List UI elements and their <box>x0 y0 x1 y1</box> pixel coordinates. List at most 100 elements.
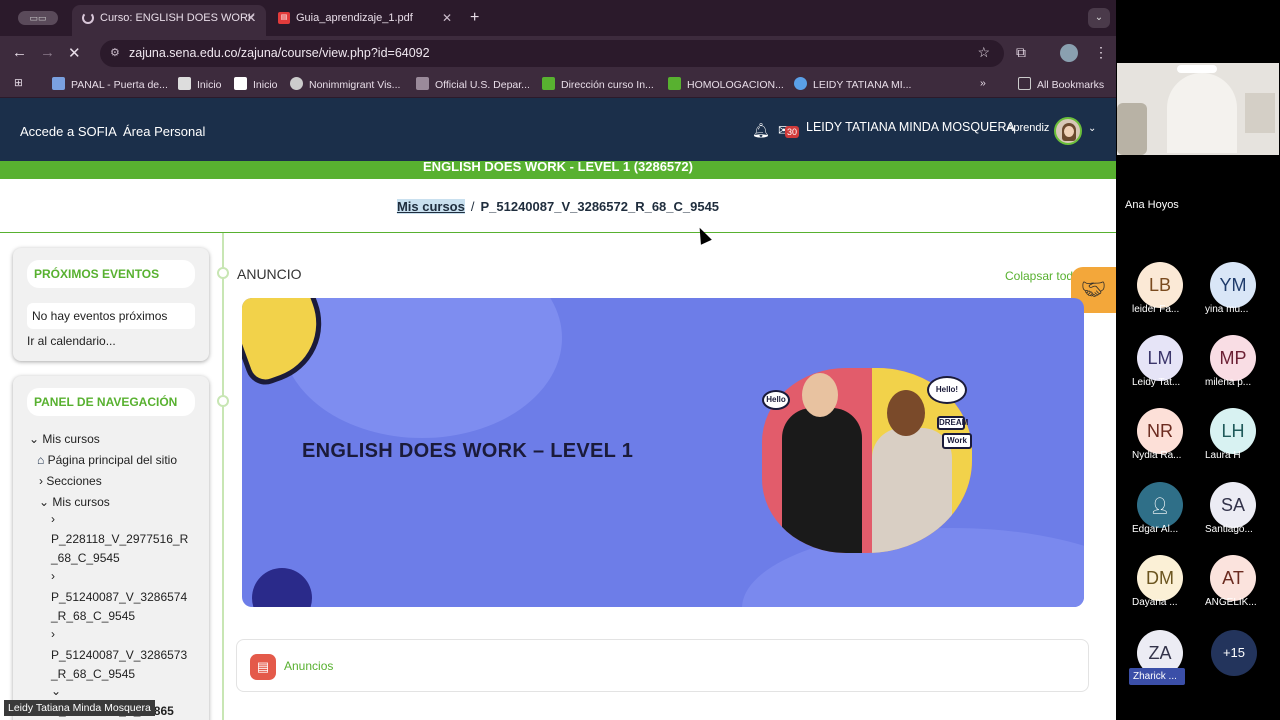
tree-item-sections[interactable]: › Secciones <box>39 474 102 488</box>
back-arrow-icon[interactable]: ← <box>12 44 27 61</box>
chevron-right-icon[interactable]: › <box>51 627 55 641</box>
camera-participant-name: Ana Hoyos <box>1125 199 1179 211</box>
close-tab-icon[interactable]: ✕ <box>246 5 256 31</box>
tab-pdf[interactable]: ▤ Guia_aprendizaje_1.pdf ✕ <box>268 5 462 36</box>
folder-icon <box>1018 77 1031 90</box>
stop-icon[interactable]: ✕ <box>68 44 81 62</box>
breadcrumb-separator: / <box>470 199 475 214</box>
bookmark-item[interactable]: HOMOLOGACION... <box>668 77 784 91</box>
bookmark-item[interactable]: PANAL - Puerta de... <box>52 77 168 91</box>
avatar-face <box>1064 126 1074 137</box>
timeline-dot <box>217 395 229 407</box>
person-icon: 👤︎ <box>1149 498 1171 515</box>
star-icon[interactable]: ☆ <box>977 44 990 61</box>
breadcrumb-current: P_51240087_V_3286572_R_68_C_9545 <box>480 199 720 214</box>
video-shape <box>1177 65 1217 73</box>
nav-link-personal-area[interactable]: Área Personal <box>123 124 205 139</box>
announcements-item[interactable]: ▤ Anuncios <box>236 639 1089 692</box>
photo-person <box>802 373 838 417</box>
timeline-line <box>222 233 224 720</box>
more-participants-button[interactable]: +15 <box>1211 630 1257 676</box>
bookmark-item[interactable]: Inicio <box>234 77 278 91</box>
tree-item-my-courses-root[interactable]: ⌄ Mis cursos <box>29 432 100 446</box>
participant-avatar[interactable]: DM <box>1137 555 1183 601</box>
participant-name: Edgar Al... <box>1132 524 1179 535</box>
site-header: Accede a SOFIA Área Personal 🔔︎ ✉ 30 LEI… <box>0 98 1116 161</box>
bookmark-item[interactable]: Dirección curso In... <box>542 77 654 91</box>
sticker: Hello <box>762 390 790 410</box>
chevron-right-icon: › <box>39 474 43 488</box>
tree-item-my-courses[interactable]: ⌄ Mis cursos <box>39 495 110 509</box>
participant-avatar[interactable]: SA <box>1210 482 1256 528</box>
site-info-icon[interactable]: ⚙ <box>110 46 120 59</box>
navigation-title: PANEL DE NAVEGACIÓN <box>27 388 195 416</box>
participant-name: milena p... <box>1205 377 1252 388</box>
collapse-all-link[interactable]: Colapsar todo <box>1005 269 1080 283</box>
cloud-icon <box>794 77 807 90</box>
apps-grid-icon[interactable]: ⊞ <box>14 77 23 89</box>
profile-icon[interactable] <box>1060 44 1078 62</box>
breadcrumb-link-my-courses[interactable]: Mis cursos <box>396 199 465 214</box>
chevron-down-icon[interactable]: ⌄ <box>51 684 61 698</box>
banner-shape <box>252 568 312 607</box>
bookmark-favicon-icon <box>234 77 247 90</box>
participant-avatar[interactable]: LH <box>1210 408 1256 454</box>
chevron-right-icon[interactable]: › <box>51 569 55 583</box>
presenter-name-tag: Leidy Tatiana Minda Mosquera <box>4 700 155 716</box>
avatar[interactable] <box>1054 117 1082 145</box>
chevron-down-icon[interactable]: ⌄ <box>1088 123 1096 134</box>
more-bookmarks-icon[interactable]: » <box>980 77 986 89</box>
participant-name: leider Fa... <box>1132 304 1180 315</box>
new-tab-icon[interactable]: + <box>470 9 479 27</box>
photo-person <box>887 390 925 436</box>
bookmark-item[interactable]: LEIDY TATIANA MI... <box>794 77 911 91</box>
participant-name: ANGELIK... <box>1205 597 1257 608</box>
browser-toolbar: ← → ✕ ⚙ zajuna.sena.edu.co/zajuna/course… <box>0 36 1116 70</box>
extensions-icon[interactable]: ⧉ <box>1016 44 1026 61</box>
kebab-menu-icon[interactable]: ⋮ <box>1094 44 1108 61</box>
participant-name: Leidy Tat... <box>1132 377 1181 388</box>
bell-icon[interactable]: 🔔︎ <box>752 122 770 139</box>
participant-avatar[interactable]: YM <box>1210 262 1256 308</box>
address-bar[interactable]: ⚙ zajuna.sena.edu.co/zajuna/course/view.… <box>100 40 1004 67</box>
sticker: Work <box>942 433 972 449</box>
upcoming-events-title: PRÓXIMOS EVENTOS <box>27 260 195 288</box>
all-bookmarks[interactable]: All Bookmarks <box>1018 77 1104 91</box>
participant-avatar[interactable]: 👤︎ <box>1137 482 1183 528</box>
close-tab-icon[interactable]: ✕ <box>442 5 452 31</box>
tree-item-course[interactable]: P_51240087_V_3286573_R_68_C_9545 <box>51 646 191 684</box>
tree-item-course[interactable]: P_51240087_V_3286574_R_68_C_9545 <box>51 588 191 626</box>
chevron-right-icon[interactable]: › <box>51 512 55 526</box>
message-count-badge: 30 <box>785 126 800 138</box>
camera-video-tile[interactable] <box>1117 63 1279 155</box>
chevron-down-icon: ⌄ <box>29 432 40 446</box>
forward-arrow-icon[interactable]: → <box>40 44 55 61</box>
bookmark-item[interactable]: Inicio <box>178 77 222 91</box>
participant-avatar[interactable]: LM <box>1137 335 1183 381</box>
participant-avatar[interactable]: NR <box>1137 408 1183 454</box>
tab-bar: ▭▭ Curso: ENGLISH DOES WORK ✕ ▤ Guia_apr… <box>0 0 1116 36</box>
participant-avatar[interactable]: LB <box>1137 262 1183 308</box>
chevron-down-icon: ⌄ <box>39 495 50 509</box>
window-switch-icon[interactable]: ▭▭ <box>18 11 58 25</box>
link-icon <box>416 77 429 90</box>
bookmark-item[interactable]: Nonimmigrant Vis... <box>290 77 400 91</box>
sticker: Hello! <box>927 376 967 404</box>
nav-link-sofia[interactable]: Accede a SOFIA <box>20 124 117 139</box>
bookmark-favicon-icon <box>52 77 65 90</box>
participant-name: Nydia Ra... <box>1132 450 1182 461</box>
sticker: DREAM <box>937 416 968 430</box>
chevron-down-icon[interactable]: ⌄ <box>1088 8 1110 28</box>
tree-item-home[interactable]: ⌂ Página principal del sitio <box>37 453 177 467</box>
calendar-link[interactable]: Ir al calendario... <box>27 334 116 348</box>
bookmark-item[interactable]: Official U.S. Depar... <box>416 77 530 91</box>
tab-course[interactable]: Curso: ENGLISH DOES WORK ✕ <box>72 5 266 36</box>
user-name[interactable]: LEIDY TATIANA MINDA MOSQUERA <box>806 120 1015 134</box>
participant-avatar[interactable]: MP <box>1210 335 1256 381</box>
video-shape <box>1117 103 1147 155</box>
photo-person <box>782 408 862 553</box>
participant-avatar[interactable]: AT <box>1210 555 1256 601</box>
tree-item-course[interactable]: P_228118_V_2977516_R_68_C_9545 <box>51 530 191 568</box>
announcements-link[interactable]: Anuncios <box>284 659 333 673</box>
divider <box>0 232 1116 233</box>
